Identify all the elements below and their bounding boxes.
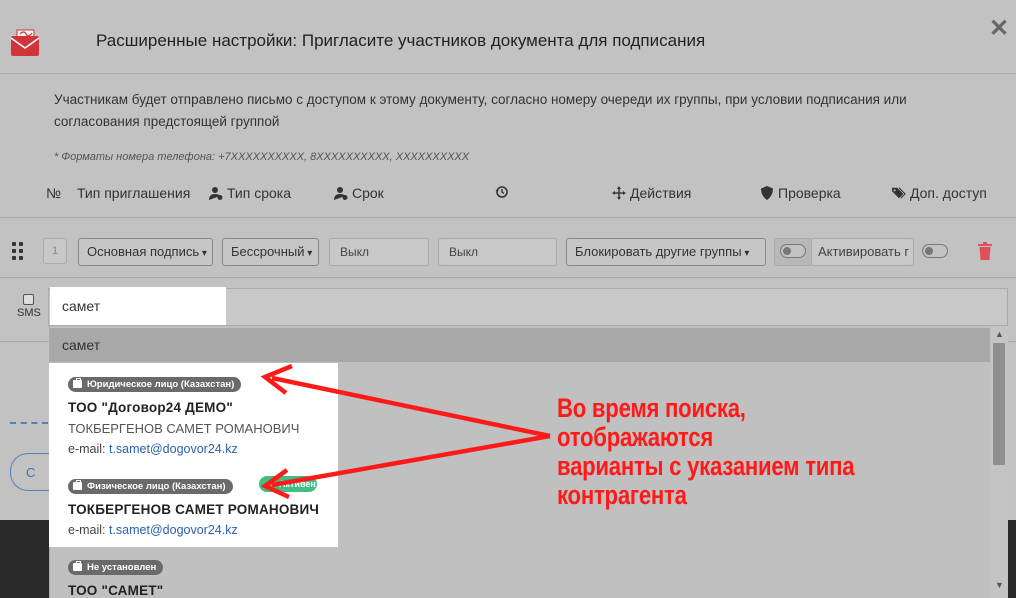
- user-clock-icon: [209, 187, 223, 200]
- dropdown-scrollbar[interactable]: ▲ ▼: [991, 326, 1008, 598]
- col-extra-access-label: Доп. доступ: [910, 185, 987, 201]
- col-extra-access: Доп. доступ: [892, 185, 987, 201]
- company-name: ТОО "Договор24 ДЕМО": [68, 400, 233, 415]
- search-input[interactable]: самет: [50, 287, 226, 325]
- user-clock-icon: [334, 187, 348, 200]
- sms-label: SMS: [17, 307, 41, 319]
- phone-format-note: * Форматы номера телефона: +7XXXXXXXXXX,…: [54, 151, 470, 163]
- list-item[interactable]: Юридическое лицо (Казахстан) ТОО "Догово…: [68, 375, 299, 456]
- col-term-type: Тип срока: [209, 185, 291, 201]
- annotation-line: варианты с указанием типа: [557, 451, 855, 481]
- modal-header: Расширенные настройки: Пригласите участн…: [0, 0, 1016, 74]
- annotation-text: Во время поиска, отображаются варианты с…: [557, 394, 901, 510]
- group-number[interactable]: 1: [43, 238, 67, 264]
- shield-icon: [761, 186, 773, 200]
- counterparty-type-badge: Не установлен: [68, 559, 164, 575]
- counterparty-type-badge: Юридическое лицо (Казахстан): [68, 376, 242, 392]
- add-contact-label: С: [26, 465, 36, 480]
- status-badge: Активен: [259, 476, 317, 492]
- check-toggle[interactable]: [780, 244, 806, 258]
- email-line: e-mail: t.samet@dogovor24.kz: [68, 523, 319, 537]
- briefcase-icon: [73, 561, 82, 571]
- access-toggle[interactable]: [922, 244, 948, 258]
- col-term-type-label: Тип срока: [227, 185, 292, 201]
- email-line: e-mail: t.samet@dogovor24.kz: [68, 442, 299, 456]
- history-input[interactable]: Выкл: [438, 238, 557, 266]
- scroll-down-icon[interactable]: ▼: [995, 580, 1004, 590]
- sms-checkbox[interactable]: [23, 294, 34, 305]
- envelope-logo-icon: [10, 29, 40, 56]
- signature-type-select[interactable]: Основная подпись: [78, 238, 213, 266]
- scroll-up-icon[interactable]: ▲: [995, 329, 1004, 339]
- email-prefix: e-mail:: [68, 442, 109, 456]
- company-name: ТОО "САМЕТ": [68, 583, 164, 598]
- move-arrows-icon: [612, 186, 626, 200]
- annotation-line: Во время поиска, отображаются: [557, 393, 746, 452]
- add-contact-button[interactable]: С: [10, 453, 50, 491]
- col-term-label: Срок: [352, 185, 384, 201]
- intro-text: Участникам будет отправлено письмо с дос…: [54, 92, 907, 129]
- badge-label: Юридическое лицо (Казахстан): [87, 378, 235, 390]
- activate-input[interactable]: Активировать г: [811, 238, 914, 266]
- col-check-label: Проверка: [778, 185, 841, 201]
- email-link[interactable]: t.samet@dogovor24.kz: [109, 442, 238, 456]
- email-prefix: e-mail:: [68, 523, 109, 537]
- modal-title: Расширенные настройки: Пригласите участн…: [96, 31, 706, 50]
- annotation-line: контрагента: [557, 480, 687, 510]
- badge-label: Физическое лицо (Казахстан): [87, 480, 226, 492]
- block-groups-select[interactable]: Блокировать другие группы: [566, 238, 766, 266]
- email-link[interactable]: t.samet@dogovor24.kz: [109, 523, 238, 537]
- history-icon: [495, 185, 509, 199]
- close-icon[interactable]: ✕: [989, 14, 1009, 43]
- col-check: Проверка: [760, 185, 841, 201]
- col-actions-label: Действия: [630, 185, 692, 201]
- term-type-select[interactable]: Бессрочный: [222, 238, 319, 266]
- col-actions: Действия: [612, 185, 691, 201]
- dropdown-query[interactable]: самет: [50, 328, 990, 362]
- person-name: ТОКБЕРГЕНОВ САМЕТ РОМАНОВИЧ: [68, 421, 300, 436]
- list-item[interactable]: Не установлен ТОО "САМЕТ": [68, 558, 164, 598]
- scroll-thumb[interactable]: [993, 343, 1005, 465]
- person-name: ТОКБЕРГЕНОВ САМЕТ РОМАНОВИЧ: [68, 502, 320, 517]
- participant-row: 1 Основная подпись Бессрочный Выкл Выкл …: [0, 226, 1016, 278]
- term-input[interactable]: Выкл: [329, 238, 429, 266]
- table-header: № Тип приглашения Тип срока Срок Действи…: [0, 176, 1016, 218]
- dashed-divider: [10, 422, 48, 424]
- tags-icon: [892, 187, 906, 199]
- badge-label: Не установлен: [87, 561, 157, 573]
- briefcase-icon: [73, 378, 82, 388]
- col-number: №: [46, 185, 62, 201]
- col-term: Срок: [334, 185, 384, 201]
- counterparty-type-badge: Физическое лицо (Казахстан): [68, 478, 233, 494]
- drag-handle-icon[interactable]: [12, 242, 26, 262]
- trash-icon[interactable]: [978, 242, 992, 260]
- col-invite-type: Тип приглашения: [77, 185, 191, 201]
- briefcase-icon: [73, 480, 82, 490]
